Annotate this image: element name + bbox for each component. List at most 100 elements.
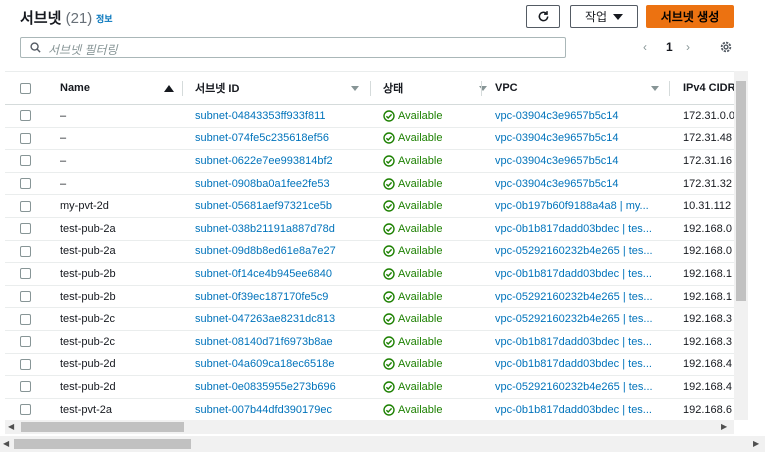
row-checkbox[interactable] <box>20 291 31 303</box>
row-checkbox[interactable] <box>20 223 31 235</box>
cell-subnet-id[interactable]: subnet-08140d71f6973b8ae <box>195 331 365 353</box>
cell-subnet-id[interactable]: subnet-0e0835955e273b696 <box>195 376 365 398</box>
table-row[interactable]: – subnet-0908ba0a1fee2fe53 Available vpc-03… <box>5 173 734 196</box>
table-row[interactable]: test-pub-2c subnet-08140d71f6973b8ae Avail… <box>5 331 734 354</box>
cell-subnet-id[interactable]: subnet-04843353ff933f811 <box>195 105 365 127</box>
row-select-cell[interactable] <box>20 150 36 172</box>
header-state[interactable]: 상태 <box>383 72 493 104</box>
column-divider[interactable] <box>481 81 482 96</box>
cell-vpc[interactable]: vpc-03904c3e9657b5c14 <box>495 150 665 172</box>
row-checkbox[interactable] <box>20 200 31 212</box>
header-subnet-id[interactable]: 서브넷 ID <box>195 72 365 104</box>
row-select-cell[interactable] <box>20 195 36 217</box>
table-row[interactable]: test-pub-2a subnet-038b21191a887d78d Avail… <box>5 218 734 241</box>
row-select-cell[interactable] <box>20 331 36 353</box>
refresh-button[interactable] <box>526 5 560 28</box>
cell-vpc[interactable]: vpc-03904c3e9657b5c14 <box>495 128 665 150</box>
row-checkbox[interactable] <box>20 110 31 122</box>
table-row[interactable]: my-pvt-2d subnet-05681aef97321ce5b Availab… <box>5 195 734 218</box>
cell-subnet-id[interactable]: subnet-0f14ce4b945ee6840 <box>195 263 365 285</box>
row-select-cell[interactable] <box>20 128 36 150</box>
cell-subnet-id[interactable]: subnet-0908ba0a1fee2fe53 <box>195 173 365 195</box>
column-divider[interactable] <box>370 81 371 96</box>
table-row[interactable]: test-pub-2a subnet-09d8b8ed61e8a7e27 Avail… <box>5 241 734 264</box>
row-checkbox[interactable] <box>20 178 31 190</box>
cell-subnet-id[interactable]: subnet-05681aef97321ce5b <box>195 195 365 217</box>
row-checkbox[interactable] <box>20 313 31 325</box>
page-horizontal-scroll-thumb[interactable] <box>14 439 191 449</box>
row-checkbox[interactable] <box>20 336 31 348</box>
row-checkbox[interactable] <box>20 268 31 280</box>
header-ipv4-cidr[interactable]: IPv4 CIDR <box>683 72 734 104</box>
cell-vpc[interactable]: vpc-05292160232b4e265 | tes... <box>495 308 665 330</box>
cell-subnet-id[interactable]: subnet-074fe5c235618ef56 <box>195 128 365 150</box>
row-select-cell[interactable] <box>20 218 36 240</box>
table-row[interactable]: test-pub-2b subnet-0f14ce4b945ee6840 Avail… <box>5 263 734 286</box>
cell-vpc[interactable]: vpc-03904c3e9657b5c14 <box>495 105 665 127</box>
create-subnet-button[interactable]: 서브넷 생성 <box>646 5 734 28</box>
cell-vpc[interactable]: vpc-0b1b817dadd03bdec | tes... <box>495 263 665 285</box>
next-page-button[interactable]: › <box>686 40 690 54</box>
vertical-scrollbar[interactable] <box>734 71 748 420</box>
scroll-right-icon[interactable]: ▶ <box>753 439 759 448</box>
actions-dropdown[interactable]: 작업 <box>570 5 638 28</box>
page-horizontal-scrollbar[interactable]: ◀ ▶ <box>0 436 765 452</box>
table-row[interactable]: test-pub-2c subnet-047263ae8231dc813 Avail… <box>5 308 734 331</box>
cell-vpc[interactable]: vpc-05292160232b4e265 | tes... <box>495 241 665 263</box>
row-select-cell[interactable] <box>20 173 36 195</box>
row-checkbox[interactable] <box>20 132 31 144</box>
scroll-left-icon[interactable]: ◀ <box>8 422 14 431</box>
row-select-cell[interactable] <box>20 354 36 376</box>
row-checkbox[interactable] <box>20 404 31 416</box>
cell-vpc[interactable]: vpc-05292160232b4e265 | tes... <box>495 376 665 398</box>
table-row[interactable]: – subnet-074fe5c235618ef56 Available vpc-03… <box>5 128 734 151</box>
table-horizontal-scrollbar[interactable]: ◀ ▶ <box>5 420 734 434</box>
table-row[interactable]: test-pub-2d subnet-04a609ca18ec6518e Avail… <box>5 354 734 377</box>
row-checkbox[interactable] <box>20 358 31 370</box>
table-row[interactable]: test-pub-2d subnet-0e0835955e273b696 Avail… <box>5 376 734 399</box>
cell-vpc[interactable]: vpc-0b1b817dadd03bdec | tes... <box>495 218 665 240</box>
cell-subnet-id[interactable]: subnet-04a609ca18ec6518e <box>195 354 365 376</box>
cell-vpc[interactable]: vpc-0b1b817dadd03bdec | tes... <box>495 331 665 353</box>
cell-subnet-id[interactable]: subnet-0f39ec187170fe5c9 <box>195 286 365 308</box>
cell-vpc[interactable]: vpc-0b197b60f9188a4a8 | my... <box>495 195 665 217</box>
cell-subnet-id[interactable]: subnet-0622e7ee993814bf2 <box>195 150 365 172</box>
cell-subnet-id[interactable]: subnet-047263ae8231dc813 <box>195 308 365 330</box>
table-row[interactable]: – subnet-04843353ff933f811 Available vpc-03… <box>5 105 734 128</box>
scroll-right-icon[interactable]: ▶ <box>721 422 727 431</box>
header-name[interactable]: Name <box>60 72 180 104</box>
row-select-cell[interactable] <box>20 376 36 398</box>
row-select-cell[interactable] <box>20 308 36 330</box>
cell-subnet-id[interactable]: subnet-038b21191a887d78d <box>195 218 365 240</box>
header-vpc[interactable]: VPC <box>495 72 665 104</box>
select-all-cell[interactable] <box>20 72 36 104</box>
cell-vpc[interactable]: vpc-0b1b817dadd03bdec | tes... <box>495 399 665 420</box>
row-select-cell[interactable] <box>20 399 36 420</box>
row-checkbox[interactable] <box>20 155 31 167</box>
cell-vpc[interactable]: vpc-05292160232b4e265 | tes... <box>495 286 665 308</box>
current-page[interactable]: 1 <box>666 40 673 54</box>
cell-vpc[interactable]: vpc-03904c3e9657b5c14 <box>495 173 665 195</box>
info-link[interactable]: 정보 <box>96 12 113 25</box>
table-horizontal-scroll-thumb[interactable] <box>21 422 184 432</box>
table-row[interactable]: test-pub-2b subnet-0f39ec187170fe5c9 Avail… <box>5 286 734 309</box>
column-divider[interactable] <box>669 81 670 96</box>
filter-input[interactable]: 서브넷 필터링 <box>20 37 566 58</box>
cell-subnet-id[interactable]: subnet-09d8b8ed61e8a7e27 <box>195 241 365 263</box>
cell-vpc[interactable]: vpc-0b1b817dadd03bdec | tes... <box>495 354 665 376</box>
select-all-checkbox[interactable] <box>20 82 31 94</box>
column-divider[interactable] <box>182 81 183 96</box>
table-row[interactable]: – subnet-0622e7ee993814bf2 Available vpc-03… <box>5 150 734 173</box>
settings-gear-icon[interactable] <box>719 40 733 54</box>
row-checkbox[interactable] <box>20 245 31 257</box>
vertical-scroll-thumb[interactable] <box>736 81 746 301</box>
row-checkbox[interactable] <box>20 381 31 393</box>
row-select-cell[interactable] <box>20 105 36 127</box>
row-select-cell[interactable] <box>20 263 36 285</box>
cell-subnet-id[interactable]: subnet-007b44dfd390179ec <box>195 399 365 420</box>
table-row[interactable]: test-pvt-2a subnet-007b44dfd390179ec Avail… <box>5 399 734 420</box>
prev-page-button[interactable]: ‹ <box>643 40 647 54</box>
scroll-left-icon[interactable]: ◀ <box>3 439 9 448</box>
row-select-cell[interactable] <box>20 286 36 308</box>
row-select-cell[interactable] <box>20 241 36 263</box>
